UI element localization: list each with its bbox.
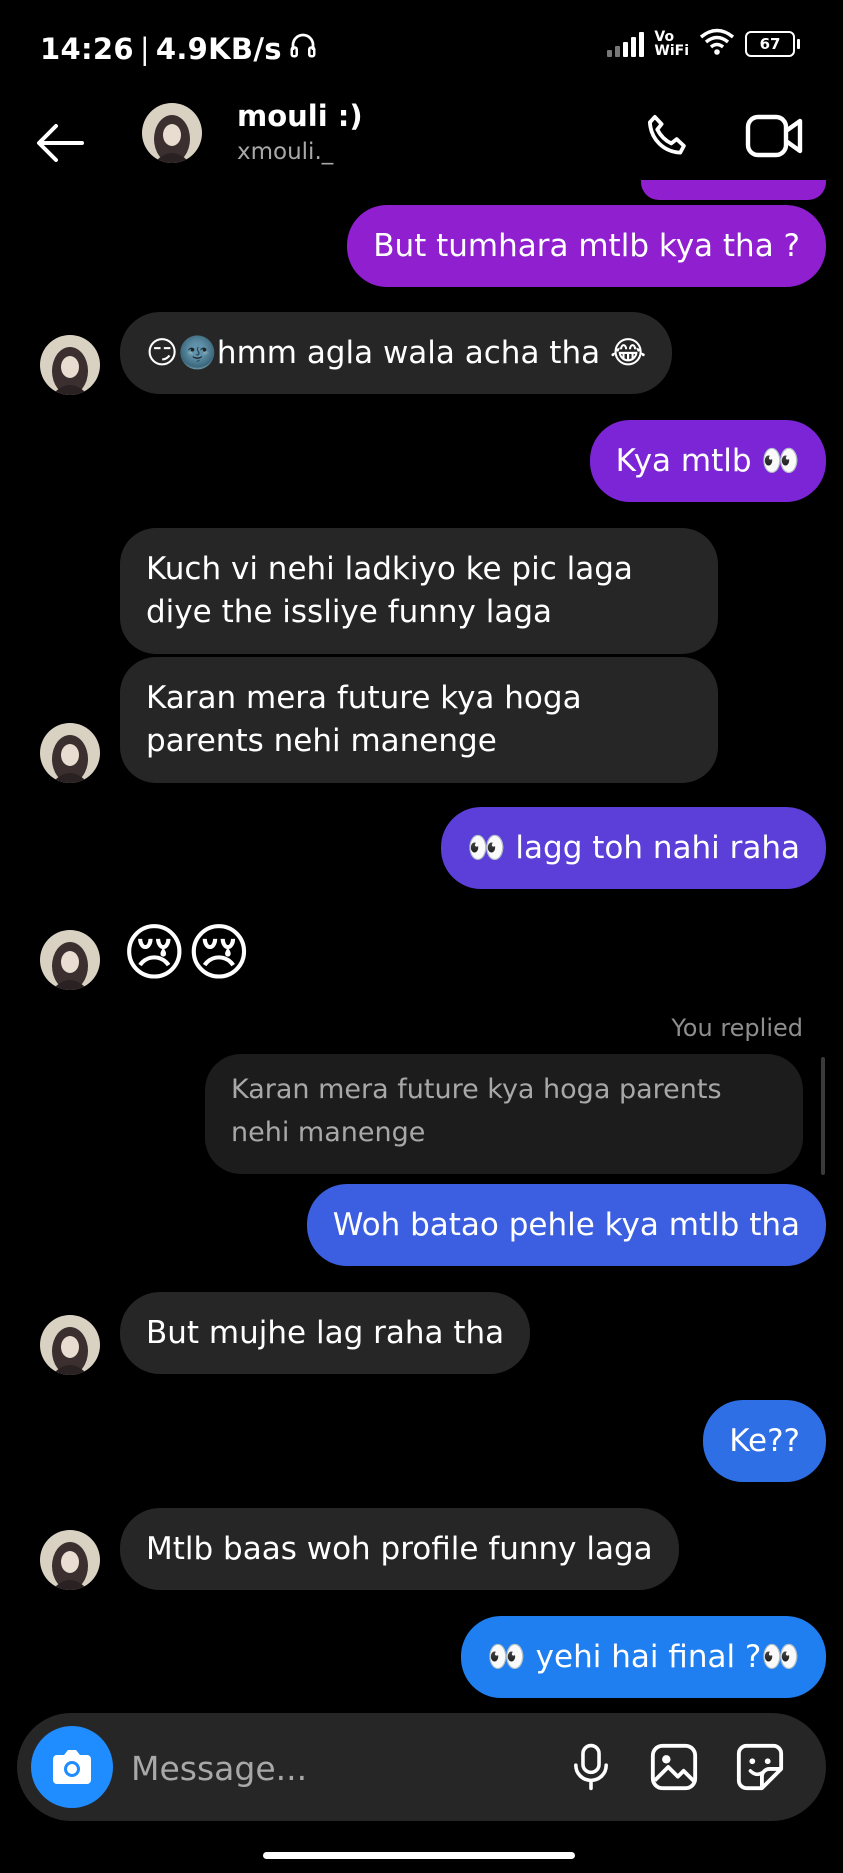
camera-icon[interactable] <box>31 1726 113 1808</box>
message-bubble-outgoing[interactable]: 👀 yehi hai final ?👀 <box>461 1616 826 1698</box>
message-bubble-outgoing[interactable]: Kya mtlb 👀 <box>589 420 826 502</box>
avatar[interactable] <box>40 930 100 990</box>
sticker-icon[interactable] <box>732 1739 788 1795</box>
avatar[interactable] <box>40 335 100 395</box>
phone-icon[interactable] <box>640 109 694 163</box>
message-bubble-outgoing[interactable]: 👀 lagg toh nahi raha <box>440 807 826 889</box>
status-bar: 14:26 | 4.9KB/s Vo WiFi 67 <box>0 0 843 95</box>
message-thread[interactable]: But tumhara mtlb kya tha ? 😏🌚hmm agla wa… <box>0 180 843 1705</box>
battery-icon: 67 <box>745 31 800 57</box>
avatar[interactable] <box>40 723 100 783</box>
home-indicator[interactable] <box>263 1852 575 1859</box>
vowifi-label: Vo WiFi <box>654 29 689 59</box>
wifi-icon <box>699 28 735 60</box>
message-emoji-incoming[interactable]: 😢😢 <box>122 915 251 991</box>
message-bubble-incoming[interactable]: Kuch vi nehi ladkiyo ke pic laga diye th… <box>120 528 718 654</box>
reply-quote[interactable]: Karan mera future kya hoga parents nehi … <box>205 1054 803 1174</box>
microphone-icon[interactable] <box>563 1739 619 1795</box>
message-bubble-outgoing[interactable]: But tumhara mtlb kya tha ? <box>347 205 826 287</box>
video-camera-icon[interactable] <box>744 109 804 163</box>
avatar[interactable] <box>40 1315 100 1375</box>
message-composer <box>17 1713 826 1821</box>
reply-bar <box>821 1057 825 1175</box>
avatar[interactable] <box>40 1530 100 1590</box>
message-bubble-incoming[interactable]: Karan mera future kya hoga parents nehi … <box>120 657 718 783</box>
message-bubble-incoming[interactable]: Mtlb baas woh profile funny laga <box>120 1508 679 1590</box>
signal-icon <box>607 31 645 57</box>
status-right: Vo WiFi 67 <box>607 28 800 60</box>
status-time: 14:26 <box>40 31 134 66</box>
message-bubble-outgoing[interactable]: Woh batao pehle kya mtlb tha <box>306 1184 826 1266</box>
message-bubble-incoming[interactable]: But mujhe lag raha tha <box>120 1292 531 1374</box>
message-input[interactable] <box>129 1737 533 1799</box>
message-bubble-partial <box>641 180 826 200</box>
message-bubble-outgoing[interactable]: Ke?? <box>703 1400 826 1482</box>
avatar[interactable] <box>142 103 202 163</box>
contact-name[interactable]: mouli :) <box>237 99 363 133</box>
contact-username[interactable]: xmouli._ <box>237 139 333 165</box>
headphones-icon <box>288 30 318 67</box>
net-speed: 4.9KB/s <box>155 31 282 66</box>
status-left: 14:26 | 4.9KB/s <box>40 30 318 67</box>
gallery-icon[interactable] <box>646 1739 702 1795</box>
back-arrow-icon[interactable] <box>32 113 92 173</box>
message-bubble-incoming[interactable]: 😏🌚hmm agla wala acha tha 😂 <box>120 312 673 394</box>
you-replied-label: You replied <box>671 1014 803 1042</box>
